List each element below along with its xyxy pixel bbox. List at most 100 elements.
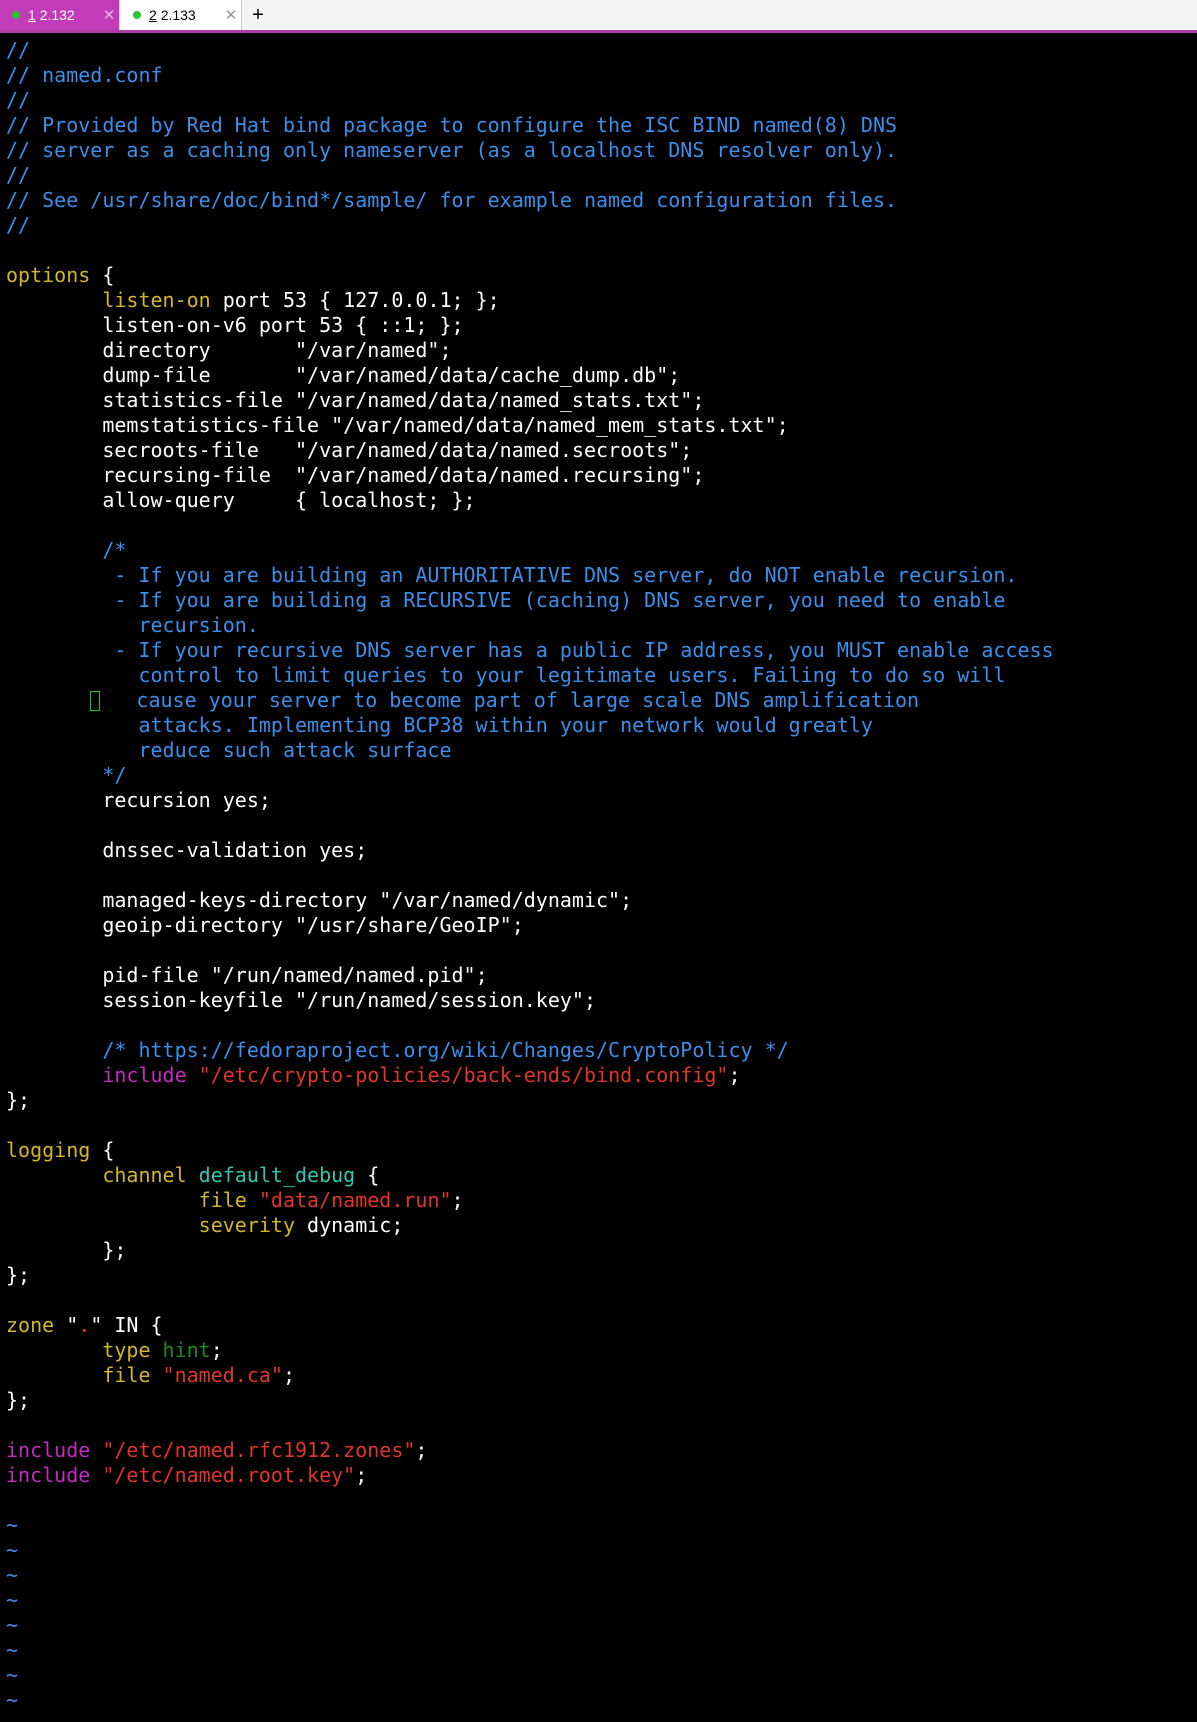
tilde-line: ~ [6,1513,1191,1538]
online-dot-icon [133,11,141,19]
code-token: - If your recursive DNS server has a pub… [6,638,1054,662]
close-icon[interactable]: ✕ [221,6,241,24]
code-line: statistics-file "/var/named/data/named_s… [6,388,1191,413]
code-token: default_debug [198,1163,356,1187]
code-token: // [6,88,31,112]
code-token: ; [415,1438,428,1462]
code-token: }; [6,1088,31,1112]
code-token: // Provided by Red Hat bind package to c… [6,113,898,137]
code-token: /* [6,538,127,562]
tilde-line: ~ [6,1638,1191,1663]
code-token: hint [162,1338,211,1362]
code-token: ; [355,1463,368,1487]
code-line: // [6,88,1191,113]
code-line: // [6,163,1191,188]
code-token: // server as a caching only nameserver (… [6,138,898,162]
code-line: }; [6,1088,1191,1113]
code-token: " IN { [90,1313,163,1337]
terminal-editor[interactable]: //// named.conf//// Provided by Red Hat … [6,38,1191,1713]
code-token: // named.conf [6,63,163,87]
code-line: managed-keys-directory "/var/named/dynam… [6,888,1191,913]
tilde-line: ~ [6,1563,1191,1588]
code-token: ~ [6,1563,19,1587]
code-token: "/etc/crypto-policies/back-ends/bind.con… [198,1063,729,1087]
code-token: include [6,1438,91,1462]
code-line: zone "." IN { [6,1313,1191,1338]
code-line: control to limit queries to your legitim… [6,663,1191,688]
code-line: include "/etc/crypto-policies/back-ends/… [6,1063,1191,1088]
code-line: - If your recursive DNS server has a pub… [6,638,1191,663]
code-line: /* https://fedoraproject.org/wiki/Change… [6,1038,1191,1063]
plus-icon[interactable]: + [248,0,268,30]
tilde-line: ~ [6,1688,1191,1713]
tab-label: 2 2.133 [149,7,221,23]
code-line: }; [6,1263,1191,1288]
code-token: }; [6,1263,31,1287]
close-icon[interactable]: ✕ [99,6,119,24]
code-line: recursion yes; [6,788,1191,813]
tab-session-1[interactable]: 1 2.132 ✕ [0,0,120,30]
code-line: */ [6,763,1191,788]
code-token: logging [6,1138,91,1162]
code-token: // [6,163,31,187]
code-token: /* https://fedoraproject.org/wiki/Change… [6,1038,789,1062]
code-token: attacks. Implementing BCP38 within your … [6,713,873,737]
code-token: ~ [6,1688,19,1712]
code-token: ; [282,1363,296,1387]
code-token: memstatistics-file "/var/named/data/name… [6,413,789,437]
code-line: cause your server to become part of larg… [6,688,1191,713]
code-token: listen-on [102,288,211,312]
code-token: }; [6,1238,127,1262]
code-token: // [6,213,31,237]
tab-title: 2.132 [39,7,75,23]
tab-title: 2.133 [160,7,196,23]
code-token: }; [6,1388,31,1412]
tab-number: 1 [28,7,36,23]
code-line: // [6,213,1191,238]
code-line: // See /usr/share/doc/bind*/sample/ for … [6,188,1191,213]
code-line: recursion. [6,613,1191,638]
code-token: statistics-file "/var/named/data/named_s… [6,388,705,412]
code-token: - If you are building an AUTHORITATIVE D… [6,563,1018,587]
code-token: file [102,1363,151,1387]
code-line: secroots-file "/var/named/data/named.sec… [6,438,1191,463]
code-token: include [6,1463,91,1487]
code-token: type [102,1338,151,1362]
code-line: /* [6,538,1191,563]
code-line: - If you are building a RECURSIVE (cachi… [6,588,1191,613]
code-token: severity [198,1213,295,1237]
code-token: ~ [6,1588,19,1612]
online-dot-icon [12,11,20,19]
code-token: ~ [6,1613,19,1637]
code-token: ~ [6,1638,19,1662]
code-line: include "/etc/named.root.key"; [6,1463,1191,1488]
code-line: reduce such attack surface [6,738,1191,763]
code-line: attacks. Implementing BCP38 within your … [6,713,1191,738]
code-line: include "/etc/named.rfc1912.zones"; [6,1438,1191,1463]
code-line: // named.conf [6,63,1191,88]
code-token: options [6,263,91,287]
code-token: geoip-directory "/usr/share/GeoIP"; [6,913,524,937]
text-cursor [90,691,101,711]
code-line: // [6,38,1191,63]
code-token: recursion yes; [6,788,271,812]
tab-session-2[interactable]: 2 2.133 ✕ [121,0,242,30]
code-token: recursion. [6,613,259,637]
code-token: zone [6,1313,55,1337]
code-token: ~ [6,1663,19,1687]
code-token: { [355,1163,380,1187]
code-line: pid-file "/run/named/named.pid"; [6,963,1191,988]
